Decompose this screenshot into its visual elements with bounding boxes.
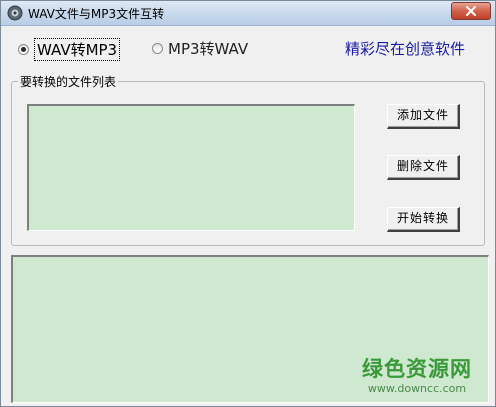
radio-wav-to-mp3[interactable]: WAV转MP3 [18,38,121,61]
add-file-button[interactable]: 添加文件 [387,104,460,129]
close-icon [466,6,476,16]
radio-mp3-to-wav[interactable]: MP3转WAV [152,38,248,59]
watermark-url: www.downcc.com [367,382,467,395]
app-icon [7,5,23,21]
radio-mp3-to-wav-label: MP3转WAV [168,40,249,58]
radio-selected-icon [18,44,29,55]
radio-wav-to-mp3-label: WAV转MP3 [34,38,121,61]
file-list[interactable] [27,104,355,231]
close-button[interactable] [451,2,491,20]
watermark-text: 绿色资源网 [362,357,472,381]
title-bar[interactable]: WAV文件与MP3文件互转 [1,1,495,26]
watermark: 绿色资源网 www.downcc.com [357,353,477,395]
main-window: WAV文件与MP3文件互转 WAV转MP3 MP3转WAV 精彩尽在创意软件 要… [0,0,496,407]
window-title: WAV文件与MP3文件互转 [28,7,165,21]
file-list-group-legend: 要转换的文件列表 [18,73,119,90]
delete-file-button[interactable]: 删除文件 [387,155,460,180]
start-convert-button[interactable]: 开始转换 [387,207,460,232]
slogan-label: 精彩尽在创意软件 [345,40,466,58]
radio-unselected-icon [152,43,163,54]
